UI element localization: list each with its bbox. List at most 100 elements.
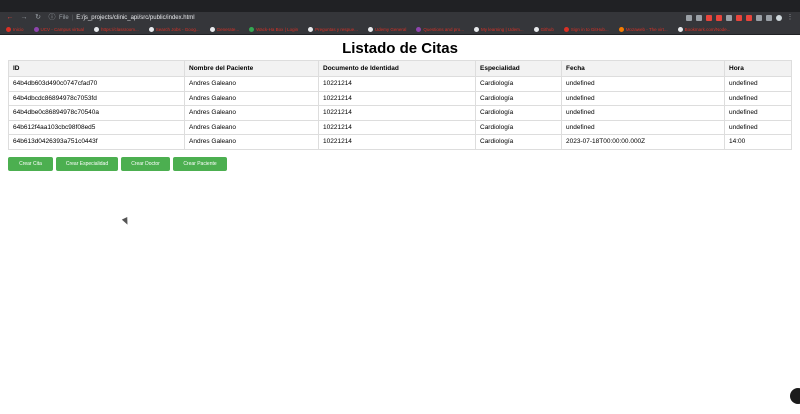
extension-icon[interactable] [716, 15, 722, 21]
favicon-icon [533, 26, 539, 32]
url-prefix: File [59, 15, 69, 21]
cell-documento: 10221214 [318, 134, 476, 150]
extension-icon[interactable] [726, 15, 732, 21]
bookmark-label: Mozaweb - The virt... [625, 26, 668, 32]
avatar[interactable] [776, 15, 782, 21]
url-field[interactable]: ⓘ File | E:/js_projects/clinic_api/src/p… [48, 13, 680, 23]
cell-documento: 10221214 [318, 90, 476, 106]
cell-hora: undefined [724, 119, 792, 135]
favicon-icon [148, 26, 154, 32]
bookmark-label: Github [540, 26, 554, 32]
cell-nombre: Andres Galeano [184, 134, 319, 150]
action-buttons: Crear Cita Crear Especialidad Crear Doct… [8, 157, 227, 171]
bookmark-item[interactable]: Sign in to GitHub... [563, 26, 609, 32]
bookmark-item[interactable]: UCV - Campus virtual [33, 26, 85, 32]
citas-table: ID Nombre del Paciente Documento de Iden… [8, 60, 792, 150]
crear-doctor-button[interactable]: Crear Doctor [121, 157, 170, 171]
favicon-icon [618, 26, 624, 32]
bookmark-label: Questions and pro... [423, 26, 464, 32]
bookmark-item[interactable]: Bookmark.com/Node... [677, 26, 731, 32]
table-header-row: ID Nombre del Paciente Documento de Iden… [8, 60, 792, 77]
header-fecha: Fecha [561, 60, 725, 77]
crear-cita-button[interactable]: Crear Cita [8, 157, 53, 171]
bookmark-item[interactable]: Inicio [6, 26, 24, 32]
favicon-icon [416, 26, 422, 32]
share-icon[interactable] [686, 15, 692, 21]
extension-icon[interactable] [736, 15, 742, 21]
cell-fecha: undefined [561, 105, 725, 121]
favicon-icon [249, 26, 255, 32]
favicon-icon [367, 26, 373, 32]
cell-especialidad: Cardiología [475, 76, 562, 92]
bookmark-label: Udemy General [374, 26, 407, 32]
cell-id: 64b4dbe0c86894978c70540a [8, 105, 185, 121]
mouse-cursor-icon [121, 217, 131, 226]
cell-id: 64b4db603d490c0747cfad70 [8, 76, 185, 92]
browser-title-bar [0, 0, 800, 12]
bookmark-item[interactable]: My learning | Udem... [473, 26, 524, 32]
table-row: 64b613d0426393a751c0443f Andres Galeano … [8, 134, 792, 150]
bookmark-item[interactable]: Questions and pro... [416, 26, 464, 32]
crear-paciente-button[interactable]: Crear Paciente [173, 157, 227, 171]
extension-icon[interactable] [706, 15, 712, 21]
table-row: 64b4dbe0c86894978c70540a Andres Galeano … [8, 105, 792, 121]
menu-icon[interactable]: ⋮ [786, 12, 794, 24]
crear-especialidad-button[interactable]: Crear Especialidad [56, 157, 118, 171]
cell-especialidad: Cardiología [475, 119, 562, 135]
header-id: ID [8, 60, 185, 77]
sidebar-icon[interactable] [766, 15, 772, 21]
bookmarks-bar: Inicio UCV - Campus virtual https://classr… [0, 24, 800, 35]
bookmark-label: Inicio [13, 26, 24, 32]
cell-especialidad: Cardiología [475, 90, 562, 106]
cell-documento: 10221214 [318, 119, 476, 135]
reload-icon[interactable]: ↻ [34, 12, 42, 24]
table-row: 64b4db603d490c0747cfad70 Andres Galeano … [8, 76, 792, 92]
cell-fecha: 2023-07-18T00:00:00.000Z [561, 134, 725, 150]
bookmark-item[interactable]: https://classroom... [94, 26, 139, 32]
bookmark-label: Preguntas y respue... [315, 26, 358, 32]
star-icon[interactable] [696, 15, 702, 21]
browser-address-bar: ← → ↻ ⓘ File | E:/js_projects/clinic_api… [0, 12, 800, 24]
cell-nombre: Andres Galeano [184, 76, 319, 92]
bookmark-item[interactable]: Wack-Ha Box | Login [249, 26, 299, 32]
back-icon[interactable]: ← [6, 12, 14, 24]
header-nombre: Nombre del Paciente [184, 60, 319, 77]
favicon-icon [6, 26, 11, 32]
cell-documento: 10221214 [318, 76, 476, 92]
bookmark-label: Search Jobs - Goog... [155, 26, 200, 32]
cell-especialidad: Cardiología [475, 134, 562, 150]
bookmark-label: Generate... [216, 26, 240, 32]
cell-hora: undefined [724, 76, 792, 92]
page-content: Listado de Citas ID Nombre del Paciente … [0, 35, 800, 414]
bookmark-item[interactable]: Github [533, 26, 554, 32]
puzzle-icon[interactable] [756, 15, 762, 21]
favicon-icon [94, 26, 100, 32]
bookmark-label: UCV - Campus virtual [40, 26, 85, 32]
bookmark-item[interactable]: Udemy General [367, 26, 407, 32]
bookmark-item[interactable]: Generate... [209, 26, 240, 32]
bookmark-item[interactable]: Mozaweb - The virt... [618, 26, 668, 32]
bookmark-item[interactable]: Search Jobs - Goog... [148, 26, 200, 32]
forward-icon[interactable]: → [20, 12, 28, 24]
cell-nombre: Andres Galeano [184, 90, 319, 106]
cell-nombre: Andres Galeano [184, 105, 319, 121]
bookmark-label: Bookmark.com/Node... [684, 26, 731, 32]
cell-nombre: Andres Galeano [184, 119, 319, 135]
extensions-bar: ⋮ [686, 12, 794, 24]
cell-hora: undefined [724, 90, 792, 106]
cell-id: 64b4dbcdc86894978c7053fd [8, 90, 185, 106]
bookmark-label: My learning | Udem... [480, 26, 524, 32]
page-title: Listado de Citas [342, 40, 458, 57]
favicon-icon [308, 26, 314, 32]
favicon-icon [677, 26, 683, 32]
cell-id: 64b612f4aa103cbc98f08ed5 [8, 119, 185, 135]
table-row: 64b4dbcdc86894978c7053fd Andres Galeano … [8, 90, 792, 106]
extension-icon[interactable] [746, 15, 752, 21]
floating-widget[interactable] [790, 388, 800, 404]
favicon-icon [209, 26, 215, 32]
cell-fecha: undefined [561, 76, 725, 92]
bookmark-item[interactable]: Preguntas y respue... [308, 26, 358, 32]
header-hora: Hora [724, 60, 792, 77]
favicon-icon [33, 26, 39, 32]
bookmark-label: Wack-Ha Box | Login [256, 26, 299, 32]
